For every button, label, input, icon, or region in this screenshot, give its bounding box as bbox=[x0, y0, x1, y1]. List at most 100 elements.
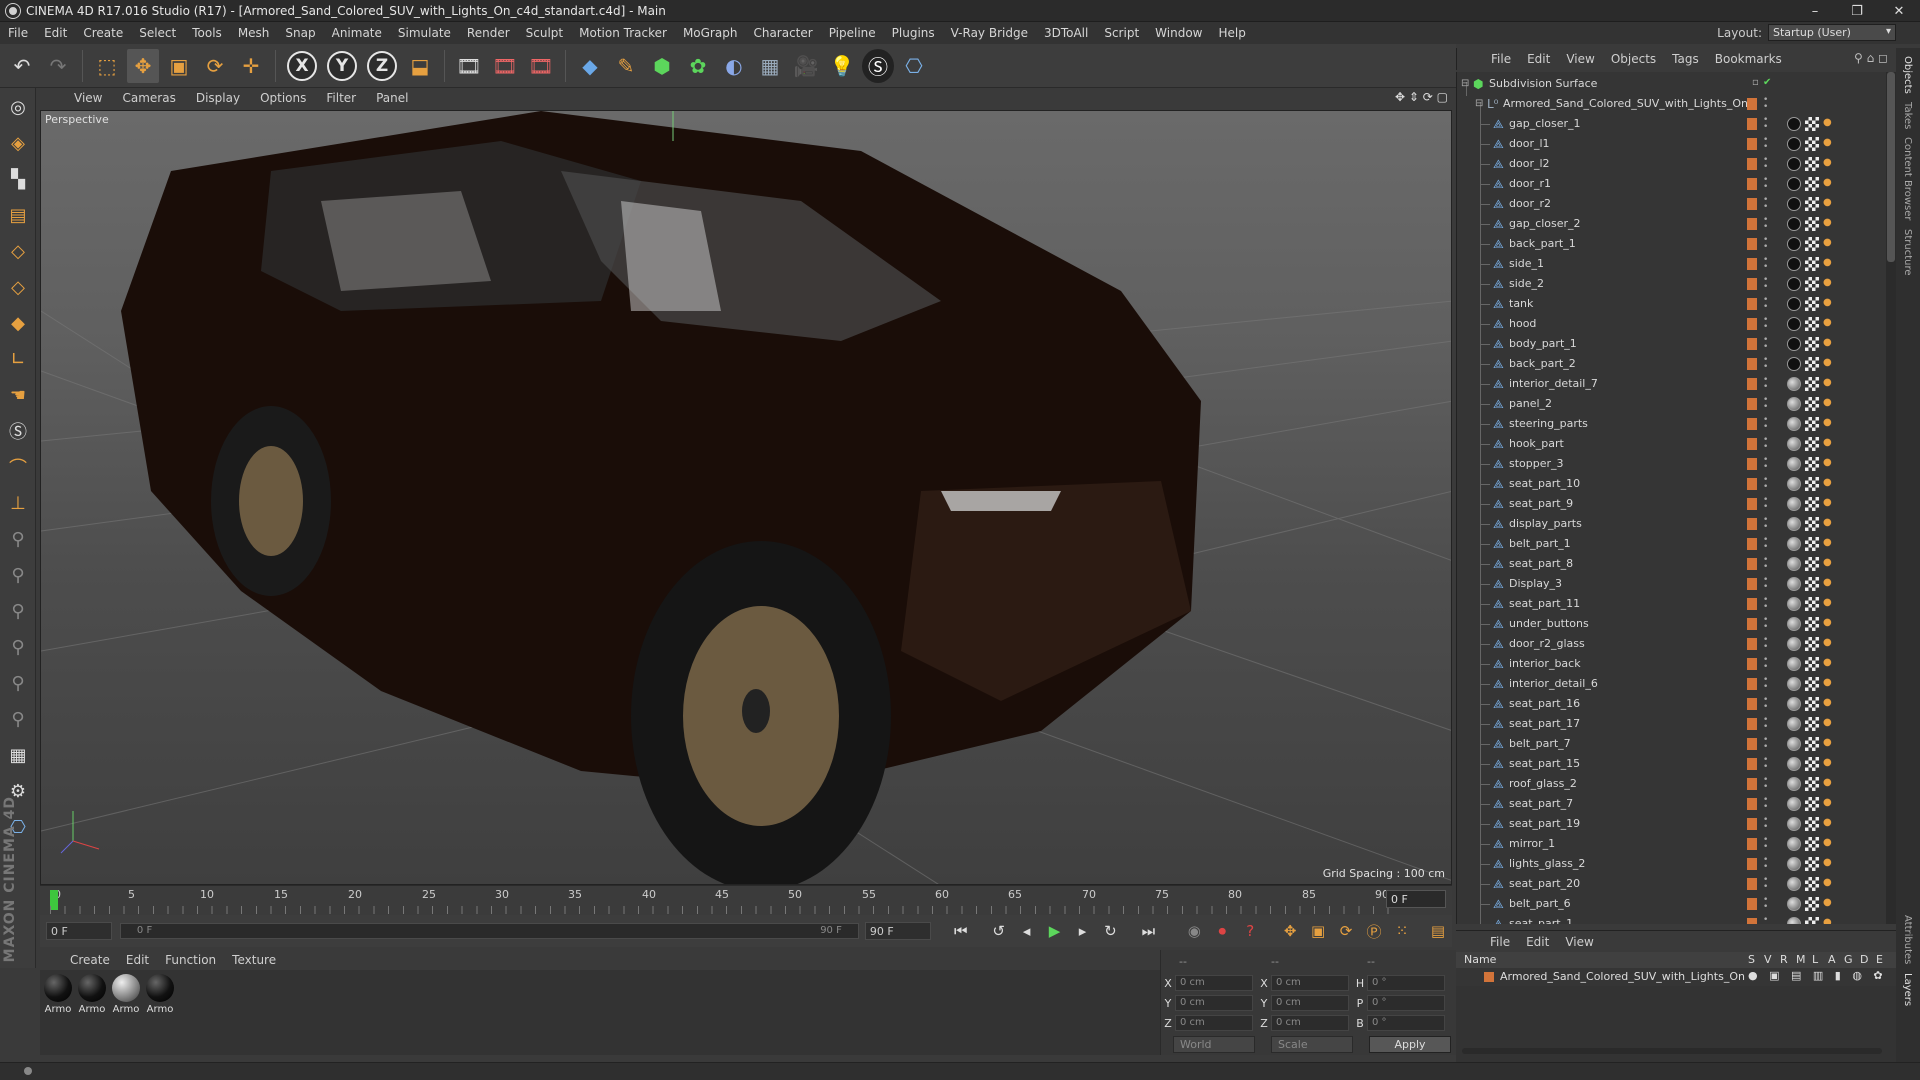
object-menu-edit[interactable]: Edit bbox=[1519, 52, 1558, 66]
material-menu-function[interactable]: Function bbox=[157, 953, 224, 967]
material-menu-create[interactable]: Create bbox=[62, 953, 118, 967]
phong-tag-icon[interactable]: ● bbox=[1823, 477, 1832, 488]
layer-color-swatch[interactable] bbox=[1747, 758, 1757, 770]
grid-icon[interactable]: ▦ bbox=[1, 738, 35, 772]
move-tool-icon[interactable]: ✥ bbox=[127, 48, 159, 83]
material-tag-icon[interactable] bbox=[1787, 117, 1801, 131]
layer-color-swatch[interactable] bbox=[1747, 558, 1757, 570]
phong-tag-icon[interactable]: ● bbox=[1823, 237, 1832, 248]
object-row[interactable]: ⟁ lights_glass_2 • • ● bbox=[1457, 854, 1885, 874]
position-y-field[interactable]: 0 cm bbox=[1175, 995, 1253, 1011]
phong-tag-icon[interactable]: ● bbox=[1823, 357, 1832, 368]
loop-icon[interactable]: ↻ bbox=[1097, 918, 1123, 944]
object-row[interactable]: ⟁ seat_part_17 • • ● bbox=[1457, 714, 1885, 734]
menu-file[interactable]: File bbox=[0, 26, 36, 40]
deformer-icon[interactable]: ◐ bbox=[718, 49, 750, 83]
object-row[interactable]: ⟁ hood • • ● bbox=[1457, 314, 1885, 334]
uvw-tag-icon[interactable] bbox=[1805, 837, 1819, 851]
layer-color-swatch[interactable] bbox=[1747, 638, 1757, 650]
object-menu-bookmarks[interactable]: Bookmarks bbox=[1707, 52, 1790, 66]
phong-tag-icon[interactable]: ● bbox=[1823, 917, 1832, 924]
redo-icon[interactable]: ↷ bbox=[42, 49, 74, 83]
visibility-dots-icon[interactable]: •• bbox=[1763, 476, 1768, 492]
autokeying-icon[interactable]: ? bbox=[1237, 918, 1263, 944]
material-tag-icon[interactable] bbox=[1787, 517, 1801, 531]
sculpt-brush-icon[interactable]: ⚲ bbox=[1, 522, 35, 556]
layout-dropdown[interactable]: Startup (User) bbox=[1768, 24, 1896, 41]
uvw-tag-icon[interactable] bbox=[1805, 777, 1819, 791]
phong-tag-icon[interactable]: ● bbox=[1823, 377, 1832, 388]
side-tab-structure[interactable]: Structure bbox=[1902, 229, 1913, 276]
object-row[interactable]: ⟁ Display_3 • • ● bbox=[1457, 574, 1885, 594]
phong-tag-icon[interactable]: ● bbox=[1823, 757, 1832, 768]
material-tag-icon[interactable] bbox=[1787, 777, 1801, 791]
material-tag-icon[interactable] bbox=[1787, 317, 1801, 331]
layer-color-swatch[interactable] bbox=[1747, 98, 1757, 110]
object-row[interactable]: ⟁ door_r2_glass • • ● bbox=[1457, 634, 1885, 654]
visibility-dots-icon[interactable]: •• bbox=[1763, 516, 1768, 532]
cube-primitive-icon[interactable]: ◆ bbox=[574, 49, 606, 83]
layer-color-swatch[interactable] bbox=[1747, 138, 1757, 150]
visibility-dots-icon[interactable]: •• bbox=[1763, 276, 1768, 292]
visibility-dots-icon[interactable]: •• bbox=[1763, 376, 1768, 392]
uvw-tag-icon[interactable] bbox=[1805, 417, 1819, 431]
model-mode-icon[interactable]: ◈ bbox=[1, 126, 35, 160]
uvw-tag-icon[interactable] bbox=[1805, 597, 1819, 611]
sculpt-brush-2-icon[interactable]: ⚲ bbox=[1, 558, 35, 592]
live-selection-icon[interactable]: ⬚ bbox=[91, 49, 123, 83]
menu-pipeline[interactable]: Pipeline bbox=[821, 26, 884, 40]
material-tag-icon[interactable] bbox=[1787, 197, 1801, 211]
phong-tag-icon[interactable]: ● bbox=[1823, 837, 1832, 848]
phong-tag-icon[interactable]: ● bbox=[1823, 277, 1832, 288]
object-row[interactable]: ⟁ side_1 • • ● bbox=[1457, 254, 1885, 274]
previous-key-icon[interactable]: ↺ bbox=[986, 918, 1012, 944]
phong-tag-icon[interactable]: ● bbox=[1823, 517, 1832, 528]
position-x-field[interactable]: 0 cm bbox=[1175, 975, 1253, 991]
enabled-check-icon[interactable]: ✔ bbox=[1763, 77, 1771, 88]
uvw-tag-icon[interactable] bbox=[1805, 897, 1819, 911]
recent-tool-icon[interactable]: ✛ bbox=[235, 49, 267, 83]
viewport-navigation-icon[interactable]: ✥ ⇕ ⟳ ▢ bbox=[1395, 90, 1448, 104]
menu-edit[interactable]: Edit bbox=[36, 26, 75, 40]
material-menu-texture[interactable]: Texture bbox=[224, 953, 284, 967]
key-position-icon[interactable]: ✥ bbox=[1277, 918, 1303, 944]
phong-tag-icon[interactable]: ● bbox=[1823, 877, 1832, 888]
uvw-tag-icon[interactable] bbox=[1805, 677, 1819, 691]
material-tag-icon[interactable] bbox=[1787, 137, 1801, 151]
key-pla-icon[interactable]: ⁙ bbox=[1389, 918, 1415, 944]
python-icon[interactable]: ⎔ bbox=[898, 49, 930, 83]
uvw-tag-icon[interactable] bbox=[1805, 697, 1819, 711]
visibility-dots-icon[interactable]: •• bbox=[1763, 96, 1768, 112]
object-row[interactable]: ⟁ back_part_1 • • ● bbox=[1457, 234, 1885, 254]
material-tag-icon[interactable] bbox=[1787, 797, 1801, 811]
layer-row[interactable]: Armored_Sand_Colored_SUV_with_Lights_On … bbox=[1456, 968, 1896, 986]
visibility-dots-icon[interactable]: •• bbox=[1763, 136, 1768, 152]
layer-color-swatch[interactable] bbox=[1747, 458, 1757, 470]
material-tag-icon[interactable] bbox=[1787, 457, 1801, 471]
uvw-tag-icon[interactable] bbox=[1805, 237, 1819, 251]
material-tag-icon[interactable] bbox=[1787, 297, 1801, 311]
magnet-icon[interactable]: ⌒ bbox=[1, 450, 35, 484]
visibility-dots-icon[interactable]: •• bbox=[1763, 856, 1768, 872]
object-row[interactable]: ⟁ seat_part_8 • • ● bbox=[1457, 554, 1885, 574]
render-picture-viewer-icon[interactable]: 🎞 bbox=[489, 49, 521, 83]
material-tag-icon[interactable] bbox=[1787, 757, 1801, 771]
workplane-icon[interactable]: ▤ bbox=[1, 198, 35, 232]
points-mode-icon[interactable]: ◇ bbox=[1, 234, 35, 268]
phong-tag-icon[interactable]: ● bbox=[1823, 257, 1832, 268]
layer-color-swatch[interactable] bbox=[1747, 698, 1757, 710]
motion-record-icon[interactable]: ◉ bbox=[1181, 918, 1207, 944]
polygons-mode-icon[interactable]: ◆ bbox=[1, 306, 35, 340]
maximize-button[interactable]: ❐ bbox=[1836, 0, 1878, 22]
material-tag-icon[interactable] bbox=[1787, 277, 1801, 291]
uvw-tag-icon[interactable] bbox=[1805, 917, 1819, 924]
material-tag-icon[interactable] bbox=[1787, 557, 1801, 571]
object-row[interactable]: ⟁ side_2 • • ● bbox=[1457, 274, 1885, 294]
menu-select[interactable]: Select bbox=[131, 26, 184, 40]
menu-tools[interactable]: Tools bbox=[184, 26, 230, 40]
material-tag-icon[interactable] bbox=[1787, 877, 1801, 891]
phong-tag-icon[interactable]: ● bbox=[1823, 177, 1832, 188]
material-tag-icon[interactable] bbox=[1787, 417, 1801, 431]
object-row-root[interactable]: ⊟ ⬢ Subdivision Surface ▫ ✔ bbox=[1457, 74, 1885, 94]
scrollbar-thumb[interactable] bbox=[1887, 72, 1895, 262]
